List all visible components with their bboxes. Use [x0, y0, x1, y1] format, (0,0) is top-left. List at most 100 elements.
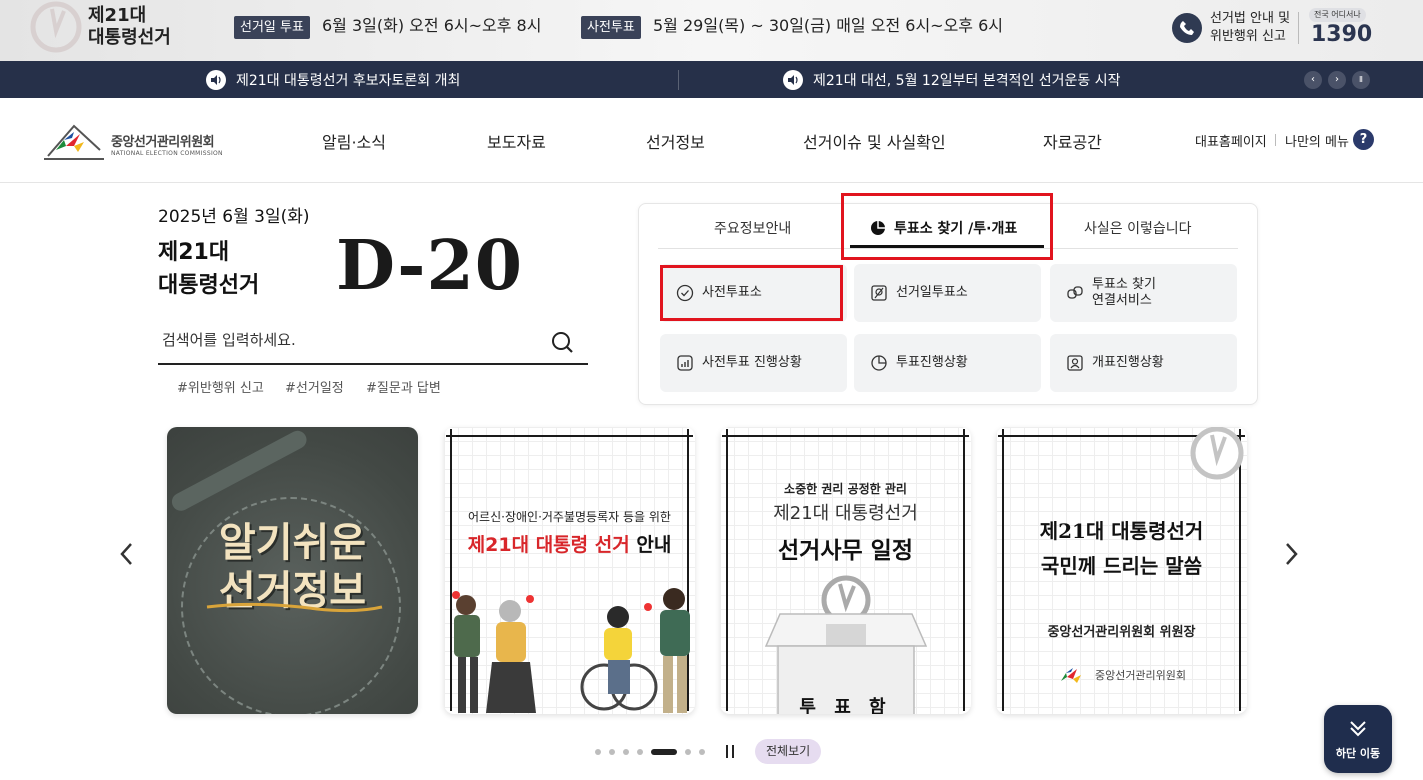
card-headline: 선거사무 일정 [778, 538, 913, 564]
highlight-box-tab [841, 193, 1053, 260]
ticker-divider [678, 70, 679, 90]
hero-title-line1: 제21대 [158, 240, 230, 265]
hotline-number[interactable]: 1390 [1311, 22, 1372, 47]
ticker-prev-button[interactable]: ‹ [1304, 71, 1322, 89]
law-guide-line1: 선거법 안내 및 [1210, 11, 1291, 26]
nav-election-issues[interactable]: 선거이슈 및 사실확인 [803, 129, 946, 153]
pie-chart-icon [871, 355, 887, 371]
ticker-pause-button[interactable]: Ⅱ [1352, 71, 1370, 89]
election-emblem-icon [1190, 427, 1244, 480]
ticker-text: 제21대 대선, 5월 12일부터 본격적인 선거운동 시작 [813, 72, 1121, 89]
tag-faq[interactable]: #질문과 답변 [366, 377, 441, 396]
search-input[interactable] [158, 326, 538, 354]
speaker-icon [783, 69, 803, 90]
election-date: 2025년 6월 3일(화) [158, 207, 310, 227]
carousel-prev-icon[interactable] [116, 540, 138, 568]
carousel-dot[interactable] [637, 749, 643, 755]
card-title: 제21대 대통령선거 [773, 503, 918, 524]
card-logo-text: 중앙선거관리위원회 [1094, 669, 1187, 682]
law-guide-link[interactable]: 선거법 안내 및 위반행위 신고 [1210, 10, 1290, 46]
count-progress-button[interactable]: 개표진행상황 [1050, 334, 1237, 392]
carousel-card-guide[interactable]: 어르신·장애인·거주불명등록자 등을 위한 제21대 대통령 선거 안내 [444, 427, 695, 714]
ticker-text: 제21대 대통령선거 후보자토론회 개최 [236, 72, 461, 89]
carousel-dot[interactable] [609, 749, 615, 755]
util-my-menu-link[interactable]: 나만의 메뉴 [1285, 131, 1349, 150]
ballot-icon [871, 285, 887, 301]
button-label: 사전투표 진행상황 [702, 355, 802, 370]
bar-chart-icon [677, 355, 693, 371]
carousel-pause-button[interactable] [724, 745, 736, 759]
election-banner: 제21대 대통령선거 선거일 투표 6월 3일(화) 오전 6시~오후 8시 사… [0, 0, 1423, 61]
button-label: 투표소 찾기 연결서비스 [1092, 277, 1156, 309]
phone-icon[interactable] [1172, 13, 1202, 43]
early-vote-date: 5월 29일(목) ~ 30일(금) 매일 오전 6시~오후 6시 [653, 16, 1004, 35]
ticker-next-button[interactable]: › [1328, 71, 1346, 89]
people-illustration [452, 588, 690, 713]
election-day-date: 6월 3일(화) 오전 6시~오후 8시 [322, 16, 542, 35]
nec-logo-icon [1060, 668, 1081, 683]
election-logo-icon [30, 1, 82, 53]
nav-press[interactable]: 보도자료 [487, 129, 546, 153]
election-title: 제21대 대통령선거 [88, 5, 171, 49]
law-guide-line2: 위반행위 신고 [1210, 29, 1286, 44]
nav-notice[interactable]: 알림·소식 [322, 129, 386, 153]
scroll-bottom-label: 하단 이동 [1335, 747, 1381, 760]
button-label-text: 투표소 찾기 연결서비스 [1092, 277, 1156, 308]
tab-fact-check[interactable]: 사실은 이렇습니다 [1084, 218, 1192, 238]
nec-logo-icon[interactable] [44, 120, 104, 162]
nav-election-info[interactable]: 선거정보 [646, 129, 705, 153]
search-icon[interactable] [550, 330, 576, 356]
button-label: 개표진행상황 [1092, 355, 1164, 370]
button-label: 투표진행상황 [896, 355, 968, 370]
early-vote-progress-button[interactable]: 사전투표 진행상황 [660, 334, 847, 392]
tag-election-schedule[interactable]: #선거일정 [285, 377, 344, 396]
ticker-item[interactable]: 제21대 대선, 5월 12일부터 본격적인 선거운동 시작 [783, 61, 1121, 98]
scroll-bottom-button[interactable]: 하단 이동 [1324, 705, 1392, 773]
card-signer: 중앙선거관리위원회 위원장 [1047, 625, 1196, 640]
vote-progress-button[interactable]: 투표진행상황 [854, 334, 1041, 392]
util-home-link[interactable]: 대표홈페이지 [1195, 131, 1267, 150]
nav-resources[interactable]: 자료공간 [1043, 129, 1102, 153]
carousel-dot-active[interactable] [651, 749, 677, 755]
election-title-line1: 제21대 [88, 5, 147, 26]
logo-english-name: NATIONAL ELECTION COMMISSION [111, 150, 223, 157]
tab-main-info[interactable]: 주요정보안내 [714, 218, 791, 238]
carousel-dot[interactable] [685, 749, 691, 755]
view-all-button[interactable]: 전체보기 [755, 739, 822, 764]
polling-place-link-service-button[interactable]: 투표소 찾기 연결서비스 [1050, 264, 1237, 322]
carousel-dot[interactable] [595, 749, 601, 755]
card-subtitle: 소중한 권리 공정한 관리 [784, 482, 907, 496]
carousel-next-icon[interactable] [1280, 540, 1302, 568]
hero-title-line2: 대통령선거 [158, 273, 260, 298]
decoration [446, 435, 693, 437]
site-header: 중앙선거관리위원회 NATIONAL ELECTION COMMISSION 알… [0, 98, 1423, 183]
news-ticker: 제21대 대통령선거 후보자토론회 개최 제21대 대선, 5월 12일부터 본… [0, 61, 1423, 98]
decoration [722, 435, 969, 437]
help-button[interactable]: ? [1353, 129, 1374, 150]
card-title-line2: 국민께 드리는 말씀 [1040, 554, 1203, 578]
card-subtitle: 어르신·장애인·거주불명등록자 등을 위한 [468, 510, 671, 524]
election-day-polling-place-button[interactable]: 선거일투표소 [854, 264, 1041, 322]
card-title-line1: 제21대 대통령선거 [1039, 519, 1204, 543]
card-logo: 중앙선거관리위원회 [996, 663, 1247, 687]
link-icon [1067, 286, 1083, 299]
tag-violation-report[interactable]: #위반행위 신고 [177, 377, 264, 396]
carousel-dot[interactable] [623, 749, 629, 755]
carousel-card-election-info[interactable]: 알기쉬운 선거정보 [167, 427, 418, 714]
carousel-card-message[interactable]: 제21대 대통령선거 국민께 드리는 말씀 중앙선거관리위원회 위원장 중앙선거… [996, 427, 1247, 714]
underline-decoration [206, 602, 383, 613]
carousel-dot[interactable] [699, 749, 705, 755]
early-vote-tag: 사전투표 [581, 16, 641, 39]
double-chevron-down-icon [1350, 721, 1366, 737]
card-title-red: 제21대 대통령 선거 [467, 534, 630, 556]
dday-counter: D-20 [336, 226, 524, 306]
search-box [158, 318, 588, 365]
banner-divider [1298, 12, 1299, 44]
logo-name: 중앙선거관리위원회 [111, 135, 215, 150]
person-report-icon [1067, 355, 1083, 371]
ticker-item[interactable]: 제21대 대통령선거 후보자토론회 개최 [206, 61, 460, 98]
highlight-box-early-polling [660, 265, 843, 321]
card-title-black: 안내 [636, 534, 672, 556]
card-title-line1: 알기쉬운 [218, 520, 367, 566]
carousel-card-schedule[interactable]: 소중한 권리 공정한 관리 제21대 대통령선거 선거사무 일정 투 표 함 [720, 427, 971, 714]
